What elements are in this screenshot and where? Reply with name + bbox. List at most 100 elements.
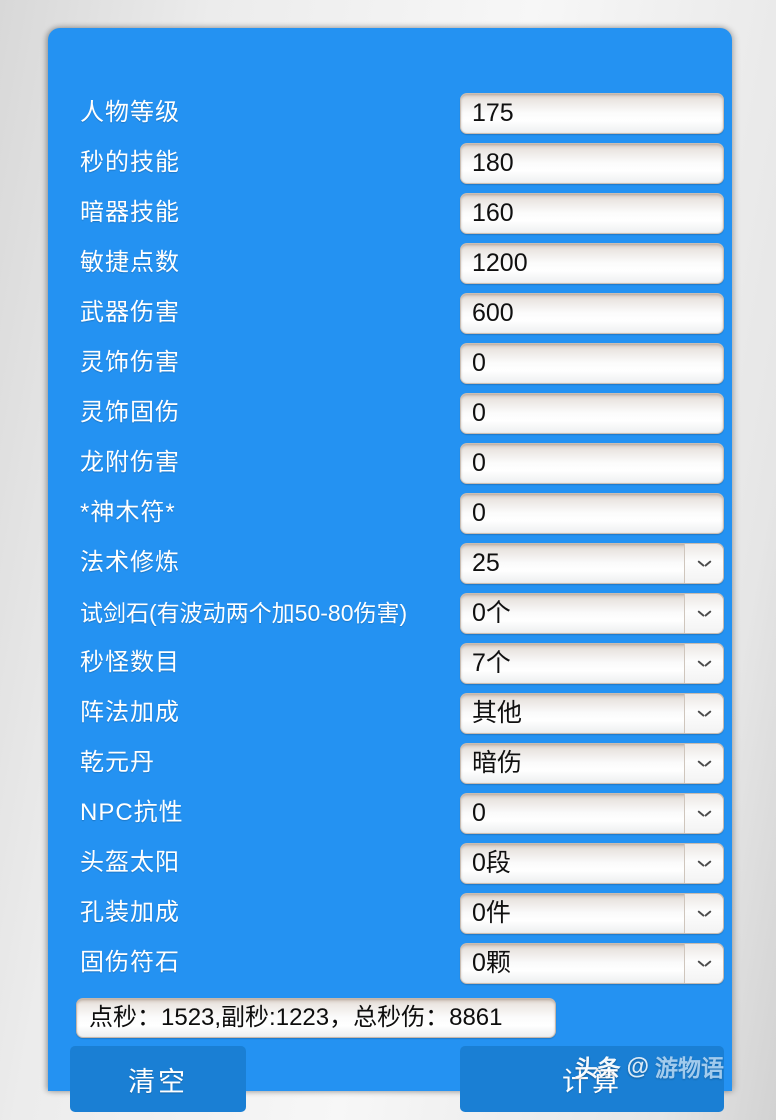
field-wrapper: 0颗 xyxy=(460,943,724,984)
text-input[interactable]: 0 xyxy=(460,343,724,384)
select-input[interactable]: 暗伤 xyxy=(460,743,724,784)
form-row: 暗器技能 160 xyxy=(48,188,732,238)
field-wrapper: 175 xyxy=(460,93,724,134)
chevron-down-icon[interactable] xyxy=(684,644,723,683)
chevron-down-icon[interactable] xyxy=(684,694,723,733)
field-wrapper: 暗伤 xyxy=(460,743,724,784)
text-input[interactable]: 160 xyxy=(460,193,724,234)
chevron-down-glyph xyxy=(698,960,711,968)
select-value: 0段 xyxy=(472,849,511,877)
select-value: 0颗 xyxy=(472,949,511,977)
row-label: 秒怪数目 xyxy=(80,649,180,676)
row-label: 固伤符石 xyxy=(80,949,180,976)
form-row: 乾元丹 暗伤 xyxy=(48,738,732,788)
form-row: 秒的技能 180 xyxy=(48,138,732,188)
row-label: 秒的技能 xyxy=(80,149,180,176)
row-label: 孔装加成 xyxy=(80,899,180,926)
chevron-down-icon[interactable] xyxy=(684,944,723,983)
chevron-down-icon[interactable] xyxy=(684,594,723,633)
select-input[interactable]: 7个 xyxy=(460,643,724,684)
chevron-down-glyph xyxy=(698,560,711,568)
form-row: 龙附伤害 0 xyxy=(48,438,732,488)
chevron-down-glyph xyxy=(698,860,711,868)
row-label: 暗器技能 xyxy=(80,199,180,226)
row-label: 人物等级 xyxy=(80,99,180,126)
chevron-down-icon[interactable] xyxy=(684,844,723,883)
field-wrapper: 600 xyxy=(460,293,724,334)
form-row: 敏捷点数 1200 xyxy=(48,238,732,288)
select-input[interactable]: 25 xyxy=(460,543,724,584)
result-output: 点秒：1523,副秒:1223，总秒伤：8861 xyxy=(76,998,556,1038)
chevron-down-glyph xyxy=(698,760,711,768)
field-wrapper: 0个 xyxy=(460,593,724,634)
row-label: 阵法加成 xyxy=(80,699,180,726)
form-rows: 人物等级 175 秒的技能 180 暗器技能 160 敏捷点数 1200 武器伤害 600 灵饰伤害… xyxy=(48,88,732,988)
text-input[interactable]: 0 xyxy=(460,393,724,434)
row-label: 灵饰固伤 xyxy=(80,399,180,426)
chevron-down-icon[interactable] xyxy=(684,794,723,833)
chevron-down-glyph xyxy=(698,810,711,818)
field-wrapper: 0 xyxy=(460,343,724,384)
field-wrapper: 其他 xyxy=(460,693,724,734)
select-value: 25 xyxy=(472,549,500,577)
text-input[interactable]: 0 xyxy=(460,443,724,484)
form-row: 孔装加成 0件 xyxy=(48,888,732,938)
calculate-button[interactable]: 计算 xyxy=(460,1046,724,1112)
form-row: 试剑石(有波动两个加50-80伤害) 0个 xyxy=(48,588,732,638)
field-wrapper: 160 xyxy=(460,193,724,234)
field-wrapper: 1200 xyxy=(460,243,724,284)
chevron-down-glyph xyxy=(698,660,711,668)
field-wrapper: 0段 xyxy=(460,843,724,884)
select-value: 7个 xyxy=(472,649,511,677)
select-input[interactable]: 0段 xyxy=(460,843,724,884)
row-label: 法术修炼 xyxy=(80,549,180,576)
row-label: NPC抗性 xyxy=(80,799,184,826)
form-row: 阵法加成 其他 xyxy=(48,688,732,738)
row-label: 头盔太阳 xyxy=(80,849,180,876)
field-wrapper: 0 xyxy=(460,493,724,534)
text-input[interactable]: 180 xyxy=(460,143,724,184)
row-label: 龙附伤害 xyxy=(80,449,180,476)
form-row: 秒怪数目 7个 xyxy=(48,638,732,688)
form-row: 灵饰伤害 0 xyxy=(48,338,732,388)
row-label: 敏捷点数 xyxy=(80,249,180,276)
field-wrapper: 25 xyxy=(460,543,724,584)
select-input[interactable]: 0件 xyxy=(460,893,724,934)
select-value: 暗伤 xyxy=(472,749,523,777)
form-row: 固伤符石 0颗 xyxy=(48,938,732,988)
form-row: 法术修炼 25 xyxy=(48,538,732,588)
text-input[interactable]: 1200 xyxy=(460,243,724,284)
field-wrapper: 0 xyxy=(460,443,724,484)
text-input[interactable]: 0 xyxy=(460,493,724,534)
field-wrapper: 0件 xyxy=(460,893,724,934)
select-value: 0件 xyxy=(472,899,511,927)
field-wrapper: 0 xyxy=(460,793,724,834)
row-label: 乾元丹 xyxy=(80,749,155,776)
form-row: 武器伤害 600 xyxy=(48,288,732,338)
text-input[interactable]: 600 xyxy=(460,293,724,334)
form-row: 灵饰固伤 0 xyxy=(48,388,732,438)
field-wrapper: 0 xyxy=(460,393,724,434)
form-row: 人物等级 175 xyxy=(48,88,732,138)
select-input[interactable]: 0颗 xyxy=(460,943,724,984)
chevron-down-glyph xyxy=(698,910,711,918)
select-value: 0 xyxy=(472,799,486,827)
clear-button[interactable]: 清空 xyxy=(70,1046,246,1112)
select-input[interactable]: 其他 xyxy=(460,693,724,734)
row-label: 试剑石(有波动两个加50-80伤害) xyxy=(80,600,408,626)
chevron-down-icon[interactable] xyxy=(684,544,723,583)
calculator-panel: 人物等级 175 秒的技能 180 暗器技能 160 敏捷点数 1200 武器伤害 600 灵饰伤害… xyxy=(48,28,732,1112)
select-input[interactable]: 0 xyxy=(460,793,724,834)
form-row: 头盔太阳 0段 xyxy=(48,838,732,888)
field-wrapper: 7个 xyxy=(460,643,724,684)
chevron-down-icon[interactable] xyxy=(684,894,723,933)
row-label: 武器伤害 xyxy=(80,299,180,326)
select-value: 其他 xyxy=(472,699,523,727)
form-row: NPC抗性 0 xyxy=(48,788,732,838)
chevron-down-icon[interactable] xyxy=(684,744,723,783)
chevron-down-glyph xyxy=(698,710,711,718)
row-label: *神木符* xyxy=(80,499,176,526)
text-input[interactable]: 175 xyxy=(460,93,724,134)
form-row: *神木符* 0 xyxy=(48,488,732,538)
select-input[interactable]: 0个 xyxy=(460,593,724,634)
